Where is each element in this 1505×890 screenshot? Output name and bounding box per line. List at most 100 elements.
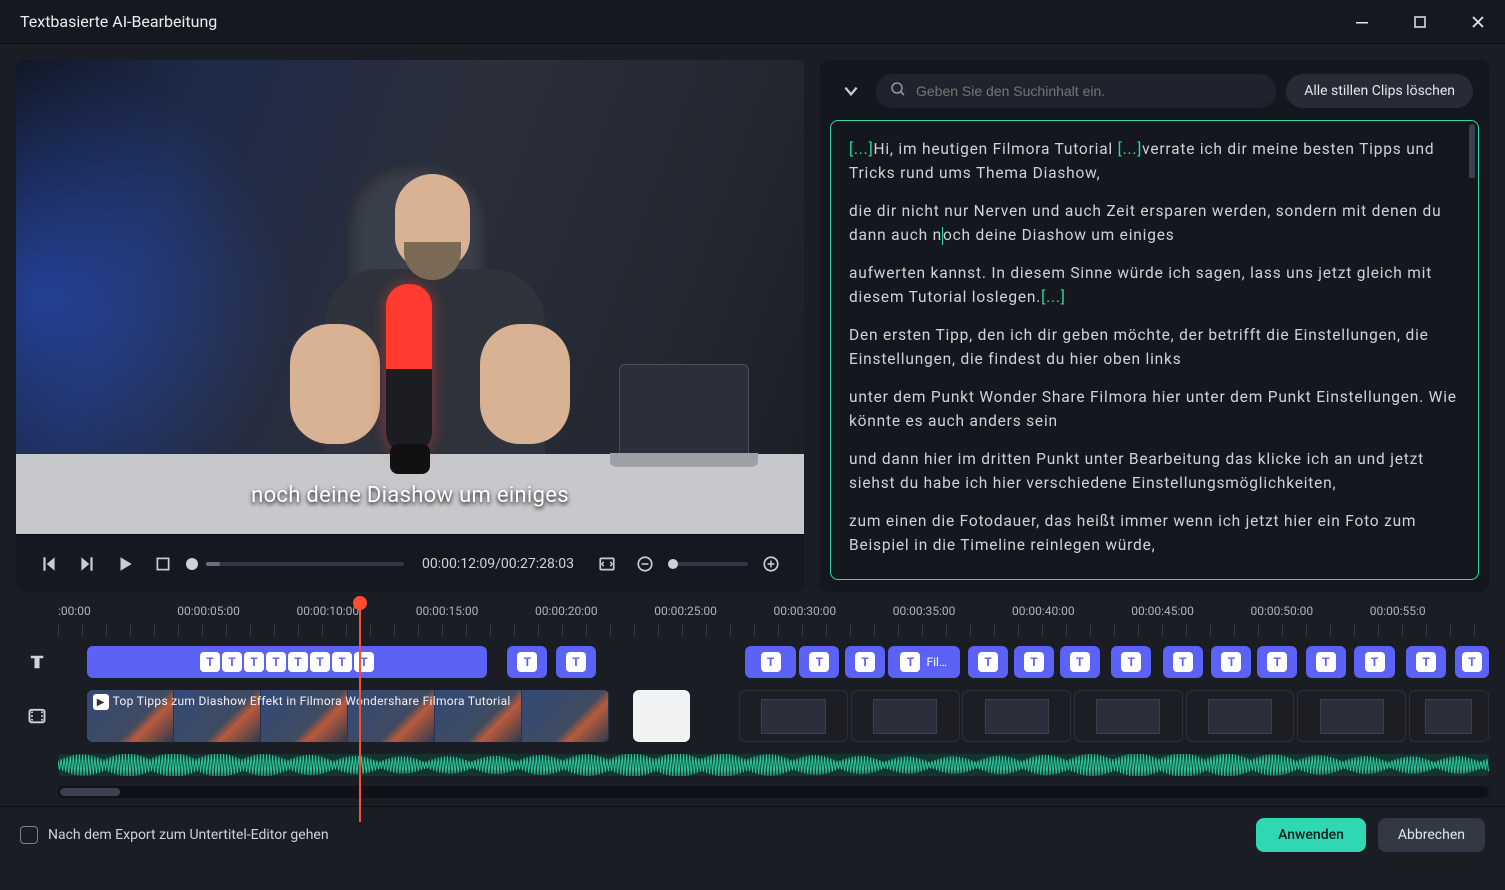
- timeline: :00:0000:00:05:0000:00:10:0000:00:15:000…: [0, 600, 1505, 806]
- text-icon: T: [244, 652, 264, 672]
- text-icon: T: [288, 652, 308, 672]
- subtitle-clip[interactable]: T: [1406, 646, 1446, 678]
- subtitle-clip[interactable]: T: [1306, 646, 1346, 678]
- zoom-in-button[interactable]: [756, 549, 786, 579]
- subtitle-clip[interactable]: TFil…: [888, 646, 960, 678]
- stop-button[interactable]: [148, 549, 178, 579]
- zoom-slider[interactable]: [668, 562, 748, 566]
- zoom-out-button[interactable]: [630, 549, 660, 579]
- text-icon: T: [1173, 652, 1193, 672]
- pause-token[interactable]: [...]: [1041, 288, 1065, 306]
- text-icon: T: [1416, 652, 1436, 672]
- ruler-label: 00:00:20:00: [535, 604, 654, 618]
- fit-screen-button[interactable]: [592, 549, 622, 579]
- transcript-paragraph[interactable]: die dir nicht nur Nerven und auch Zeit e…: [849, 199, 1460, 247]
- timecode: 00:00:12:09/00:27:28:03: [422, 556, 574, 572]
- transcript-editor[interactable]: [...]Hi, im heutigen Filmora Tutorial [.…: [830, 120, 1479, 580]
- goto-subtitle-editor-checkbox[interactable]: [20, 826, 38, 844]
- text-icon: T: [900, 652, 920, 672]
- text-icon: T: [1121, 652, 1141, 672]
- transcript-paragraph[interactable]: zum einen die Fotodauer, das heißt immer…: [849, 509, 1460, 557]
- text-icon: T: [1024, 652, 1044, 672]
- search-icon: [890, 81, 906, 101]
- search-input[interactable]: [916, 83, 1262, 99]
- audio-waveform[interactable]: [58, 754, 1489, 776]
- text-caret: [942, 227, 943, 245]
- video-clip[interactable]: [739, 690, 848, 742]
- subtitle-clip[interactable]: T: [556, 646, 596, 678]
- subtitle-clip[interactable]: T: [507, 646, 547, 678]
- video-clip[interactable]: [1074, 690, 1183, 742]
- video-controls: 00:00:12:09/00:27:28:03: [16, 534, 804, 592]
- text-icon: T: [1070, 652, 1090, 672]
- playhead[interactable]: [359, 602, 361, 822]
- pause-token[interactable]: [...]: [1118, 140, 1142, 158]
- video-clip[interactable]: [1409, 690, 1489, 742]
- minimize-button[interactable]: [1347, 7, 1377, 37]
- video-caption: noch deine Diashow um einiges: [16, 483, 804, 508]
- text-track-icon: [16, 652, 58, 672]
- text-icon: T: [855, 652, 875, 672]
- subtitle-clip[interactable]: T: [968, 646, 1008, 678]
- text-icon: T: [1267, 652, 1287, 672]
- video-clip[interactable]: [1297, 690, 1406, 742]
- subtitle-clip[interactable]: T: [1014, 646, 1054, 678]
- cancel-button[interactable]: Abbrechen: [1378, 818, 1485, 852]
- titlebar: Textbasierte AI-Bearbeitung: [0, 0, 1505, 44]
- video-clip-blank[interactable]: [633, 690, 690, 742]
- audio-track: [16, 750, 1489, 780]
- ruler-label: 00:00:05:00: [177, 604, 296, 618]
- close-button[interactable]: [1463, 7, 1493, 37]
- text-icon: T: [978, 652, 998, 672]
- checkbox-label: Nach dem Export zum Untertitel-Editor ge…: [48, 827, 329, 843]
- subtitle-clip[interactable]: T: [1455, 646, 1489, 678]
- collapse-transcript-button[interactable]: [836, 82, 866, 100]
- transcript-paragraph[interactable]: und dann hier im dritten Punkt unter Bea…: [849, 447, 1460, 495]
- video-frame[interactable]: noch deine Diashow um einiges: [16, 60, 804, 534]
- text-icon: T: [310, 652, 330, 672]
- ruler-label: 00:00:35:00: [893, 604, 1012, 618]
- prev-frame-button[interactable]: [34, 549, 64, 579]
- subtitle-clip[interactable]: T: [1060, 646, 1100, 678]
- text-icon: T: [761, 652, 781, 672]
- time-ruler[interactable]: :00:0000:00:05:0000:00:10:0000:00:15:000…: [58, 604, 1489, 642]
- video-clip[interactable]: [851, 690, 960, 742]
- ruler-label: 00:00:15:00: [416, 604, 535, 618]
- search-input-wrapper: [876, 74, 1276, 108]
- video-clip[interactable]: [1186, 690, 1295, 742]
- maximize-button[interactable]: [1405, 7, 1435, 37]
- scrub-track[interactable]: [206, 562, 404, 566]
- text-icon: T: [266, 652, 286, 672]
- subtitle-clip[interactable]: TTTTTTTT: [87, 646, 488, 678]
- video-clip[interactable]: [962, 690, 1071, 742]
- subtitle-clip[interactable]: T: [1163, 646, 1203, 678]
- text-icon: T: [1316, 652, 1336, 672]
- subtitle-clip[interactable]: T: [1257, 646, 1297, 678]
- subtitle-clip[interactable]: T: [745, 646, 797, 678]
- transcript-paragraph[interactable]: Den ersten Tipp, den ich dir geben möcht…: [849, 323, 1460, 371]
- video-track-icon: [16, 706, 58, 726]
- scrub-handle[interactable]: [186, 558, 198, 570]
- video-clip-main[interactable]: ▶Top Tipps zum Diashow Effekt in Filmora…: [87, 690, 609, 742]
- play-button[interactable]: [110, 549, 140, 579]
- text-icon: T: [354, 652, 374, 672]
- timeline-scrollbar[interactable]: [58, 786, 1489, 798]
- subtitle-clip[interactable]: T: [1354, 646, 1394, 678]
- text-icon: T: [200, 652, 220, 672]
- text-icon: T: [809, 652, 829, 672]
- ruler-label: 00:00:45:00: [1131, 604, 1250, 618]
- transcript-paragraph[interactable]: aufwerten kannst. In diesem Sinne würde …: [849, 261, 1460, 309]
- subtitle-clip[interactable]: T: [1211, 646, 1251, 678]
- delete-silent-clips-button[interactable]: Alle stillen Clips löschen: [1286, 74, 1473, 108]
- text-icon: T: [332, 652, 352, 672]
- subtitle-clip[interactable]: T: [845, 646, 885, 678]
- transcript-paragraph[interactable]: [...]Hi, im heutigen Filmora Tutorial [.…: [849, 137, 1460, 185]
- transcript-paragraph[interactable]: unter dem Punkt Wonder Share Filmora hie…: [849, 385, 1460, 433]
- subtitle-clip[interactable]: T: [799, 646, 839, 678]
- subtitle-clip[interactable]: T: [1111, 646, 1151, 678]
- apply-button[interactable]: Anwenden: [1256, 818, 1366, 852]
- pause-token[interactable]: [...]: [849, 140, 873, 158]
- video-track: ▶Top Tipps zum Diashow Effekt in Filmora…: [16, 688, 1489, 744]
- next-frame-button[interactable]: [72, 549, 102, 579]
- text-track: TTTTTTTTTTTTTTFil…TTTTTTTTTTT: [16, 642, 1489, 682]
